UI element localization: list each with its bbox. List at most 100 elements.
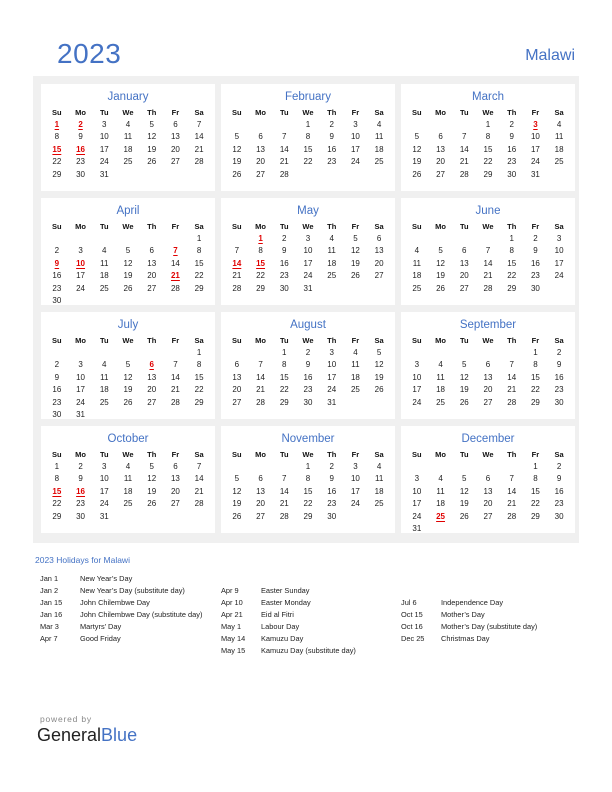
- calendar-date: 16: [530, 258, 540, 268]
- calendar-date: 18: [436, 385, 446, 395]
- calendar-date: 5: [414, 132, 420, 142]
- calendar-date: 24: [554, 271, 564, 281]
- calendar-date: 11: [554, 132, 564, 142]
- calendar-date: 8: [196, 246, 202, 256]
- calendar-date: 31: [99, 511, 109, 521]
- calendar-date: 20: [459, 271, 469, 281]
- day-grid: Su Mo Tu We Th Fr Sa 1 2 3 4 5 6 7 8 9 10 11 12 13 14 15 16 17 1…: [401, 446, 575, 535]
- calendar-date: 23: [279, 271, 289, 281]
- month-grid: January Su Mo Tu We Th Fr Sa 1 2 3 4 5 6 7 8 9 10 11 12 13 14…: [41, 84, 576, 533]
- calendar-date: 29: [483, 169, 493, 179]
- holiday-row: Mar 3 Martyrs’ Day: [40, 621, 202, 633]
- calendar-date: 5: [462, 360, 467, 370]
- month-november: November Su Mo Tu We Th Fr Sa 1 2 3 4 5 6 7 8 9 10 11 12 13 1…: [221, 426, 395, 533]
- weekday-label: Fr: [531, 336, 540, 345]
- day-grid: Su Mo Tu We Th Fr Sa 1 2 3 4 5 6 7 8 9 10 11 12 13 14 15 16 17 1…: [401, 104, 575, 181]
- weekday-label: Th: [327, 336, 337, 345]
- month-title: July: [117, 319, 139, 331]
- calendar-date: 29: [530, 397, 540, 407]
- weekday-label: Mo: [255, 450, 266, 459]
- calendar-date: 19: [123, 385, 133, 395]
- holiday-name: Mother’s Day (substitute day): [441, 622, 538, 631]
- calendar-date: 30: [327, 511, 337, 521]
- weekday-label: Sa: [194, 336, 204, 345]
- calendar-date: 12: [232, 144, 242, 154]
- calendar-date: 7: [462, 132, 467, 142]
- holiday-row: Apr 9 Easter Sunday: [221, 585, 356, 597]
- calendar-date: 30: [76, 511, 86, 521]
- calendar-date: 1: [305, 120, 311, 129]
- calendar-date: 5: [149, 120, 154, 129]
- calendar-date: 5: [125, 360, 131, 370]
- calendar-date: 28: [507, 397, 517, 407]
- holiday-name: Kamuzu Day: [261, 634, 304, 643]
- calendar-date: 10: [303, 246, 313, 256]
- calendar-date: 14: [170, 258, 180, 268]
- calendar-date: 13: [483, 372, 493, 382]
- weekday-label: Mo: [75, 336, 86, 345]
- month-may: May Su Mo Tu We Th Fr Sa 1 2 3 4 5 6 7 8 9 10 11 12 13 14 15 16…: [221, 198, 395, 305]
- calendar-date: 17: [412, 385, 422, 395]
- calendar-date: 12: [147, 132, 157, 142]
- calendar-date: 24: [350, 157, 360, 167]
- empty-cell: [452, 347, 476, 359]
- empty-cell: [249, 119, 273, 131]
- holiday-name: Eid al Fitri: [261, 610, 294, 619]
- calendar-date: 10: [350, 474, 360, 484]
- brand-logo: GeneralBlue: [37, 725, 137, 746]
- empty-cell: [405, 347, 429, 359]
- calendar-date: 4: [556, 120, 562, 129]
- weekday-label: Sa: [554, 450, 564, 459]
- calendar-date: 20: [147, 271, 157, 281]
- calendar-date: 12: [412, 144, 422, 154]
- calendar-date: 8: [196, 360, 202, 370]
- month-title: February: [284, 91, 332, 103]
- calendar-date: 25: [374, 157, 384, 167]
- calendar-date: 4: [125, 120, 131, 129]
- calendar-date: 3: [78, 360, 83, 370]
- calendar-date: 24: [350, 499, 360, 509]
- calendar-date: 30: [279, 283, 289, 293]
- calendar-date: 1: [533, 462, 538, 471]
- weekday-label: Sa: [374, 108, 384, 117]
- calendar-date: 8: [533, 474, 538, 484]
- calendar-date: 13: [436, 144, 446, 154]
- calendar-date: 20: [170, 486, 180, 496]
- holiday-row: Jan 1 New Year’s Day: [40, 573, 202, 585]
- calendar-date: 12: [123, 258, 133, 268]
- empty-cell: [92, 233, 116, 245]
- holiday-date-label: Jan 15: [40, 598, 63, 607]
- month-august: August Su Mo Tu We Th Fr Sa 1 2 3 4 5 6 7 8 9 10 11 12 13 14 1…: [221, 312, 395, 419]
- calendar-date: 11: [100, 258, 109, 268]
- calendar-date: 10: [350, 132, 360, 142]
- calendar-date: 16: [52, 271, 62, 281]
- calendar-date: 11: [436, 486, 445, 496]
- calendar-date: 30: [554, 511, 564, 521]
- holiday-column: Jan 1 New Year’s Day Jan 2 New Year’s Day (…: [40, 573, 202, 645]
- calendar-date: 20: [483, 385, 493, 395]
- calendar-date: 25: [123, 157, 133, 167]
- calendar-date: 13: [483, 486, 493, 496]
- weekday-label: Su: [412, 450, 422, 459]
- calendar-date: 21: [279, 499, 289, 509]
- calendar-date: 13: [256, 144, 266, 154]
- month-title: May: [297, 205, 319, 217]
- calendar-date: 7: [173, 360, 178, 370]
- calendar-date: 8: [282, 360, 287, 370]
- calendar-date: 6: [438, 132, 443, 142]
- calendar-date: 22: [530, 385, 540, 395]
- calendar-date: 8: [54, 132, 60, 142]
- calendar-date: 31: [530, 169, 540, 179]
- month-june: June Su Mo Tu We Th Fr Sa 1 2 3 4 5 6 7 8 9 10 11 12 13 14 15 1…: [401, 198, 575, 305]
- holiday-name: Easter Monday: [261, 598, 311, 607]
- empty-cell: [225, 233, 249, 245]
- calendar-date: 30: [303, 397, 313, 407]
- holidays-title: 2023 Holidays for Malawi: [35, 555, 130, 565]
- calendar-date: 22: [303, 499, 313, 509]
- calendar-date: 3: [329, 348, 334, 357]
- holiday-date: 16: [76, 486, 86, 496]
- calendar-date: 31: [327, 397, 337, 407]
- calendar-date: 18: [436, 499, 446, 509]
- weekday-label: We: [122, 336, 134, 345]
- calendar-date: 11: [123, 474, 133, 484]
